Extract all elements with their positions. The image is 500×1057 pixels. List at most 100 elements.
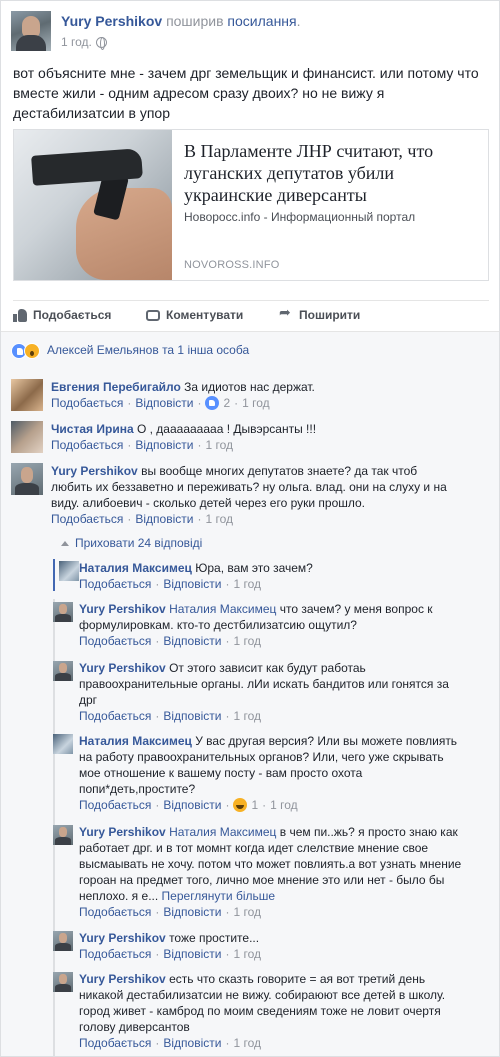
comment-time[interactable]: 1 год [233, 905, 261, 919]
comment-item: Чистая Ирина О , дааааааааа ! Дывэрсанты… [11, 419, 491, 459]
comment-reply-link[interactable]: Відповісти [163, 798, 221, 812]
avatar[interactable] [53, 602, 73, 622]
comment-reply-link[interactable]: Відповісти [135, 512, 193, 526]
globe-icon [95, 36, 107, 50]
post-header: Yury Pershikov поширив посилання. 1 год. [11, 11, 491, 51]
comment-time[interactable]: 1 год [233, 709, 261, 723]
avatar[interactable] [53, 931, 73, 951]
comment-time[interactable]: 1 год [233, 634, 261, 648]
avatar[interactable] [11, 463, 43, 495]
post-frame: Yury Pershikov поширив посилання. 1 год.… [0, 0, 500, 1057]
comment-meta: Подобається · Відповісти · 1 год [79, 1036, 261, 1050]
comment-like-link[interactable]: Подобається [79, 577, 151, 591]
author-avatar[interactable] [11, 11, 51, 51]
comment-like-link[interactable]: Подобається [79, 634, 151, 648]
comment-author[interactable]: Наталия Максимец [79, 734, 192, 748]
comment-meta: Подобається · Відповісти · 1 год [79, 947, 261, 961]
wow-reaction-icon [24, 343, 40, 359]
comment-author[interactable]: Yury Pershikov [79, 825, 166, 839]
comment-like-link[interactable]: Подобається [51, 512, 123, 526]
comment-time[interactable]: 1 год [205, 512, 233, 526]
share-button[interactable]: Поширити [279, 301, 360, 329]
reply-item: Yury Pershikov Наталия Максимец что заче… [53, 600, 491, 656]
comment-icon [146, 310, 160, 321]
comment-time[interactable]: 1 год [270, 798, 298, 812]
author-name[interactable]: Yury Pershikov [61, 13, 162, 29]
comment-author[interactable]: Наталия Максимец [79, 561, 192, 575]
hide-replies-link[interactable]: Приховати 24 відповіді [61, 536, 202, 550]
post-action-link[interactable]: посилання [227, 13, 296, 29]
hide-replies-label: Приховати 24 відповіді [75, 536, 203, 550]
comment-like-link[interactable]: Подобається [79, 905, 151, 919]
comment-reply-link[interactable]: Відповісти [163, 947, 221, 961]
comment-author[interactable]: Yury Pershikov [79, 602, 166, 616]
comment-reply-link[interactable]: Відповісти [163, 1036, 221, 1050]
comment-time[interactable]: 1 год [242, 396, 270, 410]
caret-up-icon [61, 540, 69, 546]
thumbs-up-icon [13, 308, 27, 322]
comment-body: Евгения Перебигайло За идиотов нас держа… [51, 379, 491, 395]
comment-body: Чистая Ирина О , дааааааааа ! Дывэрсанты… [51, 421, 491, 437]
comment-reply-link[interactable]: Відповісти [163, 577, 221, 591]
comment-like-link[interactable]: Подобається [51, 438, 123, 452]
comment-meta: Подобається · Відповісти · 1 год [51, 512, 233, 526]
avatar[interactable] [53, 825, 73, 845]
comment-like-link[interactable]: Подобається [79, 709, 151, 723]
reply-item: Yury Pershikov От этого зависит как буду… [53, 659, 491, 727]
comment-meta: Подобається · Відповісти · 2 · 1 год [51, 396, 270, 410]
comment-reply-link[interactable]: Відповісти [163, 634, 221, 648]
comment-like-count[interactable]: 1 [251, 798, 258, 812]
post-text: вот объясните мне - зачем дрг земельщик … [13, 65, 479, 121]
card-description: Новоросс.info - Информационный портал [184, 210, 416, 224]
comment-like-link[interactable]: Подобається [51, 396, 123, 410]
link-preview-card[interactable]: В Парламенте ЛНР считают, что луганских … [13, 129, 489, 281]
see-more-link[interactable]: Переглянути більше [162, 889, 276, 903]
card-image[interactable] [14, 130, 172, 280]
comment-time[interactable]: 1 год [233, 947, 261, 961]
like-reaction-icon [205, 396, 220, 410]
comment-reply-link[interactable]: Відповісти [163, 709, 221, 723]
likes-summary[interactable]: Алексей Емельянов та 1 інша особа [47, 343, 249, 357]
comment-button[interactable]: Коментувати [146, 301, 243, 329]
like-button[interactable]: Подобається [13, 301, 111, 329]
comment-meta: Подобається · Відповісти · 1 год [79, 709, 261, 723]
comment-item: Yury Pershikov вы вообще многих депутато… [11, 461, 491, 531]
hand-shape [76, 188, 172, 280]
comment-body: Yury Pershikov От этого зависит как буду… [79, 660, 459, 708]
avatar[interactable] [53, 661, 73, 681]
comment-reply-link[interactable]: Відповісти [163, 905, 221, 919]
reaction-icons[interactable] [11, 343, 40, 359]
comment-reply-link[interactable]: Відповісти [135, 438, 193, 452]
comment-author[interactable]: Евгения Перебигайло [51, 380, 181, 394]
comment-author[interactable]: Yury Pershikov [79, 972, 166, 986]
post-action-text: поширив [166, 13, 224, 29]
comment-mention[interactable]: Наталия Максимец [169, 825, 276, 839]
card-domain: NOVOROSS.INFO [184, 259, 280, 271]
avatar[interactable] [11, 379, 43, 411]
card-title[interactable]: В Парламенте ЛНР считают, что луганских … [184, 140, 474, 206]
reply-item: Наталия Максимец У вас другая версия? Ил… [53, 732, 491, 816]
avatar[interactable] [11, 421, 43, 453]
comment-reply-link[interactable]: Відповісти [135, 396, 193, 410]
post-time[interactable]: 1 год. [61, 35, 92, 49]
comment-like-count[interactable]: 2 [223, 396, 230, 410]
comment-time[interactable]: 1 год [233, 577, 261, 591]
comment-author[interactable]: Чистая Ирина [51, 422, 134, 436]
comment-author[interactable]: Yury Pershikov [79, 661, 166, 675]
avatar[interactable] [59, 561, 79, 581]
avatar[interactable] [53, 972, 73, 992]
comment-time[interactable]: 1 год [205, 438, 233, 452]
comment-like-link[interactable]: Подобається [79, 947, 151, 961]
comment-like-link[interactable]: Подобається [79, 798, 151, 812]
comment-like-link[interactable]: Подобається [79, 1036, 151, 1050]
reply-thread-line [53, 559, 55, 591]
comment-author[interactable]: Yury Pershikov [51, 464, 138, 478]
comment-time[interactable]: 1 год [233, 1036, 261, 1050]
post-time-row: 1 год. [61, 35, 107, 50]
comment-author[interactable]: Yury Pershikov [79, 931, 166, 945]
avatar[interactable] [53, 734, 73, 754]
comment-mention[interactable]: Наталия Максимец [169, 602, 276, 616]
comment-meta: Подобається · Відповісти · 1 год [79, 905, 261, 919]
share-button-label: Поширити [299, 308, 361, 322]
comments-section: Евгения Перебигайло За идиотов нас держа… [1, 368, 499, 1056]
